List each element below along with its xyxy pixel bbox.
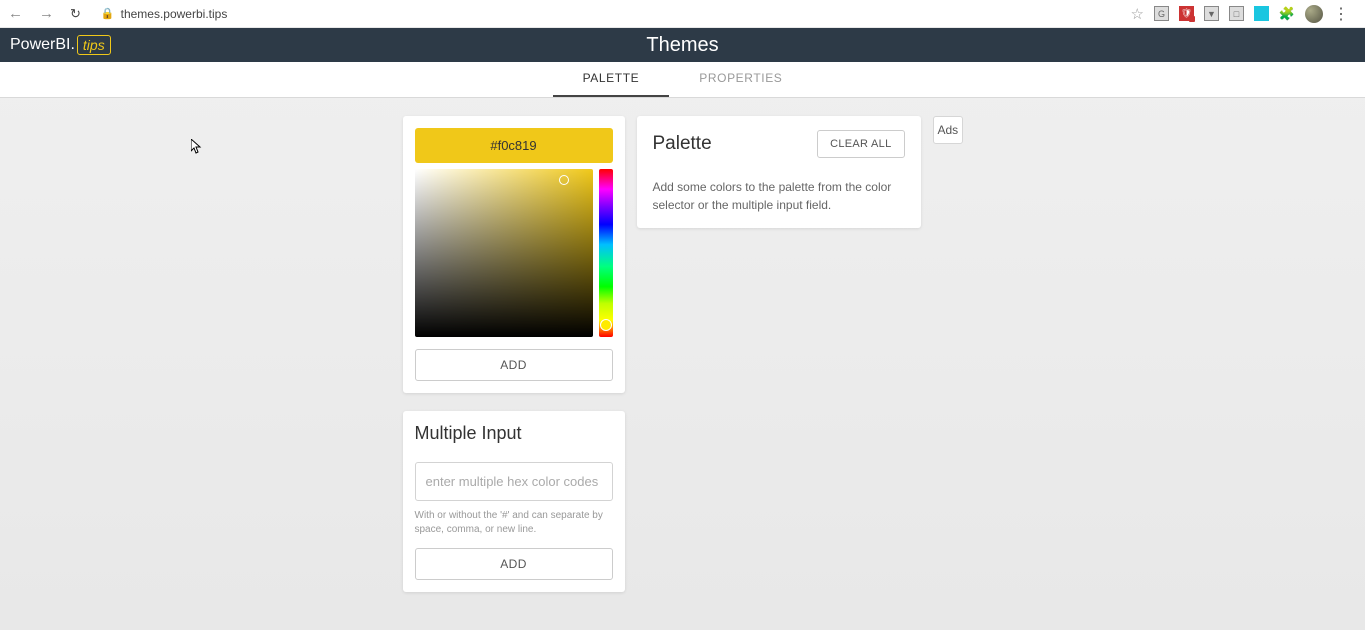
- tab-palette[interactable]: PALETTE: [553, 61, 670, 97]
- extensions-puzzle-icon[interactable]: 🧩: [1279, 6, 1295, 22]
- address-bar[interactable]: 🔒 themes.powerbi.tips: [93, 7, 1119, 21]
- back-icon[interactable]: ←: [8, 5, 23, 22]
- add-multiple-button[interactable]: ADD: [415, 548, 613, 580]
- app-header: PowerBI. tips Themes: [0, 28, 1365, 62]
- bookmark-star-icon[interactable]: ☆: [1131, 5, 1144, 23]
- tabs-bar: PALETTE PROPERTIES: [0, 62, 1365, 98]
- page-title: Themes: [646, 34, 718, 57]
- main-content: #f0c819 ADD Multiple Input With or witho…: [0, 98, 1365, 610]
- clear-all-button[interactable]: CLEAR ALL: [817, 130, 904, 158]
- reload-icon[interactable]: ↻: [70, 6, 81, 22]
- ext-icon-shield[interactable]: 🛡: [1179, 6, 1194, 21]
- extension-icons: ☆ G 🛡 ▼ □ 🧩 ⋮: [1131, 4, 1357, 24]
- hue-cursor-icon: [600, 319, 612, 331]
- ext-icon-cloud[interactable]: [1254, 6, 1269, 21]
- selected-color-swatch: #f0c819: [415, 128, 613, 163]
- browser-toolbar: ← → ↻ 🔒 themes.powerbi.tips ☆ G 🛡 ▼ □ 🧩 …: [0, 0, 1365, 28]
- palette-empty-text: Add some colors to the palette from the …: [653, 178, 905, 214]
- color-picker-card: #f0c819 ADD: [403, 116, 625, 393]
- ext-icon-pin[interactable]: ▼: [1204, 6, 1219, 21]
- multiple-input-title: Multiple Input: [415, 423, 613, 444]
- saturation-value-panel[interactable]: [415, 169, 593, 337]
- multiple-input-hint: With or without the '#' and can separate…: [415, 509, 613, 536]
- multiple-input-card: Multiple Input With or without the '#' a…: [403, 411, 625, 592]
- multiple-hex-input[interactable]: [415, 462, 613, 501]
- lock-icon: 🔒: [101, 7, 115, 20]
- palette-card: Palette CLEAR ALL Add some colors to the…: [637, 116, 921, 228]
- sv-cursor-icon: [559, 175, 569, 185]
- ads-box[interactable]: Ads: [933, 116, 963, 144]
- ext-icon-box[interactable]: □: [1229, 6, 1244, 21]
- logo-tips: tips: [77, 35, 111, 55]
- chrome-menu-icon[interactable]: ⋮: [1333, 4, 1349, 24]
- hue-slider[interactable]: [599, 169, 613, 337]
- add-color-button[interactable]: ADD: [415, 349, 613, 381]
- logo[interactable]: PowerBI. tips: [10, 35, 111, 55]
- logo-prefix: PowerBI.: [10, 36, 75, 54]
- forward-icon[interactable]: →: [39, 5, 54, 22]
- ext-icon-1[interactable]: G: [1154, 6, 1169, 21]
- profile-avatar[interactable]: [1305, 5, 1323, 23]
- palette-title: Palette: [653, 133, 712, 155]
- tab-properties[interactable]: PROPERTIES: [669, 61, 812, 97]
- url-text: themes.powerbi.tips: [121, 7, 228, 21]
